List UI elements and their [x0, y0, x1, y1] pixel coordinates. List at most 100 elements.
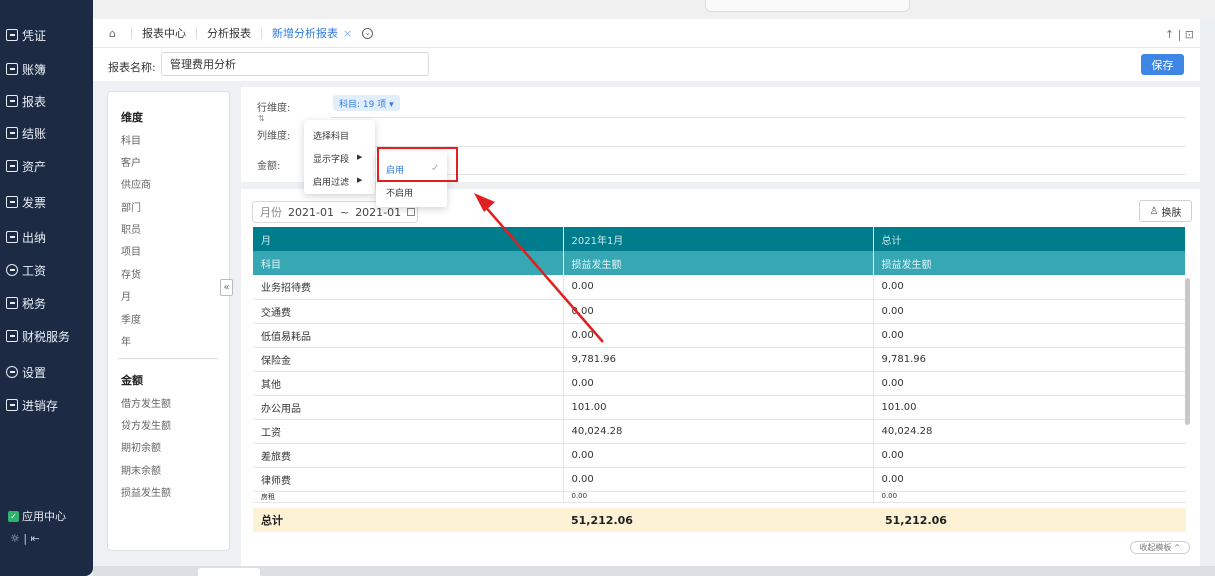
header-cell: 损益发生额 [873, 251, 1186, 275]
window-controls[interactable]: ↑ | ⊡ [1165, 28, 1194, 41]
table-cell: 0.00 [562, 491, 873, 503]
sidebar-tools[interactable]: ☼ | ⇤ [10, 532, 40, 545]
tab-divider [131, 27, 132, 39]
dimension-item[interactable]: 客户 [121, 154, 141, 169]
tab-divider [196, 27, 197, 39]
home-icon[interactable]: ⌂ [109, 27, 121, 40]
menu-item-select-subject[interactable]: 选择科目 [313, 129, 349, 142]
date-from: 2021-01 [288, 205, 334, 219]
table-cell: 其他 [253, 371, 563, 396]
close-icon[interactable]: × [343, 27, 352, 40]
table-row[interactable]: 业务招待费 0.00 0.00 [253, 275, 1186, 300]
tab-new-analysis-report[interactable]: 新增分析报表 [272, 25, 338, 41]
amount-item[interactable]: 期末余额 [121, 462, 161, 477]
sidebar-item-inventory[interactable]: 进销存 [6, 394, 90, 416]
tax-icon [6, 297, 18, 309]
collapse-panel-button[interactable]: « [220, 279, 233, 296]
dimension-item[interactable]: 季度 [121, 311, 141, 326]
table-row[interactable]: 交通费 0.00 0.00 [253, 299, 1186, 324]
dimension-item[interactable]: 科目 [121, 132, 141, 147]
dimension-item[interactable]: 供应商 [121, 176, 151, 191]
table-cell: 0.00 [872, 323, 1186, 348]
dimension-item[interactable]: 部门 [121, 199, 141, 214]
table-row[interactable]: 低值易耗品 0.00 0.00 [253, 323, 1186, 348]
context-menu: 选择科目 显示字段 ▶ 启用过滤 ▶ [304, 120, 375, 194]
date-to: 2021-01 [355, 205, 402, 219]
report-name-input[interactable] [161, 52, 429, 76]
row-dimension-chip[interactable]: 科目: 19 项 ▾ [333, 95, 400, 111]
table-cell: 0.00 [562, 323, 873, 348]
field-list-panel: 维度 科目 客户 供应商 部门 职员 项目 存货 月 季度 年 金额 借方发生额… [107, 91, 230, 551]
menu-item-enable-filter[interactable]: 启用过滤 [313, 175, 349, 188]
app-center-button[interactable]: ✓ 应用中心 [8, 508, 66, 524]
sidebar-item-payroll[interactable]: 工资 [6, 259, 90, 281]
tab-more-icon[interactable]: ⌄ [362, 27, 374, 39]
table-cell: 9,781.96 [562, 347, 873, 372]
invoice-icon [6, 196, 18, 208]
bottom-tab[interactable] [198, 568, 260, 576]
tax-service-icon [6, 330, 18, 342]
amount-item[interactable]: 期初余额 [121, 439, 161, 454]
sidebar-item-settings[interactable]: 设置 [6, 361, 90, 383]
sidebar-item-assets[interactable]: 资产 [6, 155, 90, 177]
table-cell: 低值易耗品 [253, 323, 563, 348]
table-row[interactable]: 律师费 0.00 0.00 [253, 467, 1186, 492]
sidebar-item-tax-service[interactable]: 财税服务 [6, 325, 90, 347]
table-row[interactable]: 保险金 9,781.96 9,781.96 [253, 347, 1186, 372]
sidebar-item-ledger[interactable]: 账簿 [6, 58, 90, 80]
tab-report-center[interactable]: 报表中心 [142, 25, 186, 41]
table-cell: 40,024.28 [562, 419, 873, 444]
table-row[interactable]: 其他 0.00 0.00 [253, 371, 1186, 396]
ledger-icon [6, 63, 18, 75]
tab-bar: ⌂ 报表中心 分析报表 新增分析报表 × ⌄ ↑ | ⊡ [93, 19, 1200, 48]
swap-icon[interactable]: ⇅ [258, 114, 265, 123]
table-row[interactable]: 办公用品 101.00 101.00 [253, 395, 1186, 420]
header-cell: 月 [253, 227, 564, 251]
tab-analysis-report[interactable]: 分析报表 [207, 25, 251, 41]
date-tilde: ~ [339, 205, 350, 219]
dimension-item[interactable]: 存货 [121, 266, 141, 281]
sidebar-item-tax[interactable]: 税务 [6, 292, 90, 314]
header-cell: 2021年1月 [563, 227, 874, 251]
total-value: 51,212.06 [571, 513, 633, 527]
cashier-icon [6, 231, 18, 243]
row-dimension-line [331, 117, 1186, 118]
table-cell: 9,781.96 [872, 347, 1186, 372]
table-row[interactable]: 工资 40,024.28 40,024.28 [253, 419, 1186, 444]
column-dimension-label: 列维度: [257, 131, 291, 142]
submenu-item-disable[interactable]: 不启用 [386, 186, 413, 199]
table-cell: 律师费 [253, 467, 563, 492]
dimension-item[interactable]: 项目 [121, 243, 141, 258]
dimension-item[interactable]: 职员 [121, 221, 141, 236]
amount-item[interactable]: 损益发生额 [121, 484, 171, 499]
top-search-box[interactable] [705, 0, 910, 12]
table-cell: 业务招待费 [253, 275, 563, 300]
sidebar-item-closing[interactable]: 结账 [6, 122, 90, 144]
table-cell: 0.00 [872, 299, 1186, 324]
collapse-template-button[interactable]: 收起模板 ^ [1130, 541, 1190, 554]
assets-icon [6, 160, 18, 172]
table-cell: 0.00 [562, 371, 873, 396]
table-row[interactable]: 房租 0.00 0.00 [253, 491, 1186, 503]
dimension-section-title: 维度 [121, 111, 143, 124]
amount-item[interactable]: 贷方发生额 [121, 417, 171, 432]
sidebar-item-voucher[interactable]: 凭证 [6, 24, 90, 46]
bottom-strip [93, 566, 1215, 576]
theme-button[interactable]: ♙ 换肤 [1139, 200, 1192, 222]
table-row[interactable]: 差旅费 0.00 0.00 [253, 443, 1186, 468]
sidebar-item-invoice[interactable]: 发票 [6, 191, 90, 213]
menu-item-display-fields[interactable]: 显示字段 [313, 152, 349, 165]
amount-item[interactable]: 借方发生额 [121, 395, 171, 410]
table-cell: 0.00 [562, 467, 873, 492]
sidebar-item-cashier[interactable]: 出纳 [6, 226, 90, 248]
table-cell: 0.00 [562, 443, 873, 468]
dimension-item[interactable]: 月 [121, 288, 131, 303]
settings-icon [6, 366, 18, 378]
table-scrollbar[interactable] [1185, 278, 1190, 425]
table-cell: 101.00 [872, 395, 1186, 420]
dimension-item[interactable]: 年 [121, 333, 131, 348]
save-button[interactable]: 保存 [1141, 54, 1184, 75]
table-cell: 0.00 [562, 275, 873, 300]
payroll-icon [6, 264, 18, 276]
sidebar-item-report[interactable]: 报表 [6, 90, 90, 112]
